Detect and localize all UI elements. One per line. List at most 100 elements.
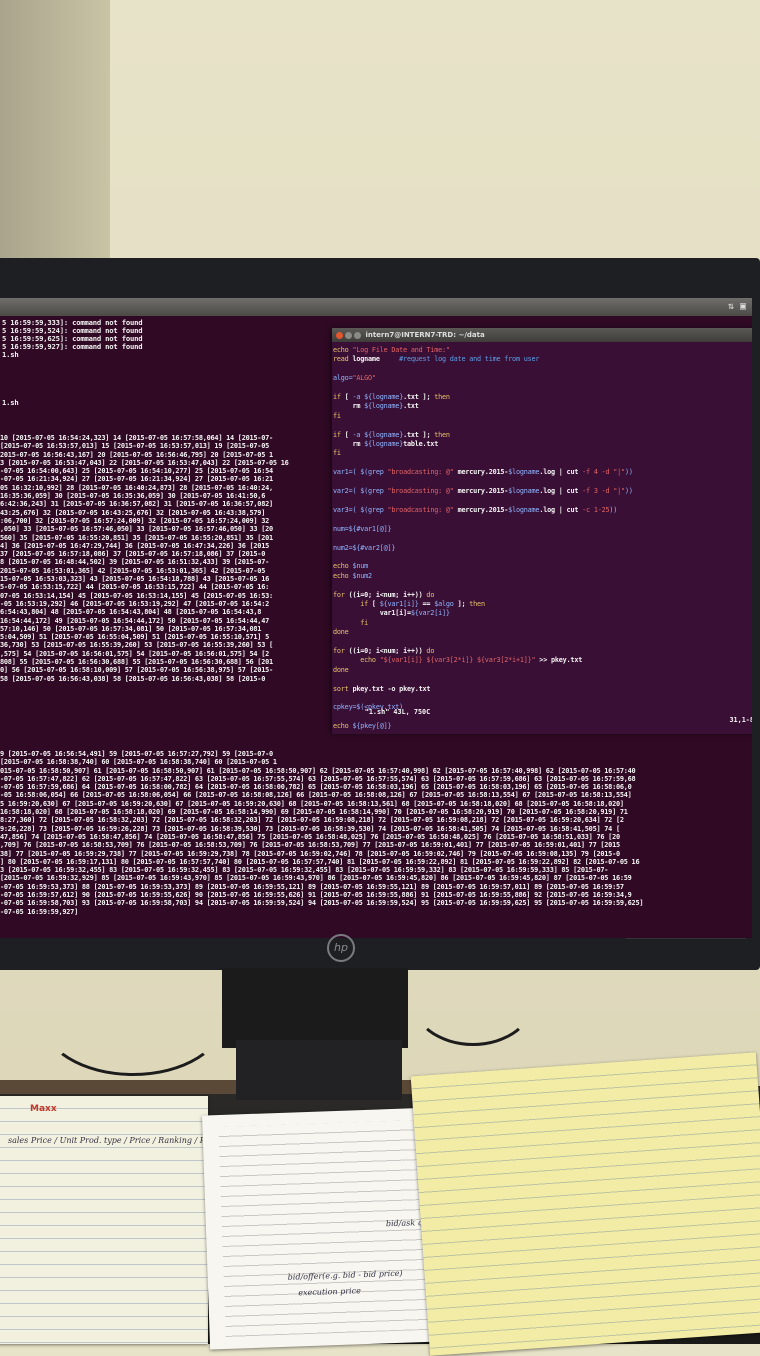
code-token: mercury.2015- [453, 505, 509, 514]
log-line: -07-05 16:59:58,703] 93 [2015-07-05 16:5… [0, 899, 644, 908]
code-token: ${logname} [364, 440, 404, 449]
legal-pad [410, 1052, 760, 1356]
code-token: echo [333, 656, 380, 665]
vim-window[interactable]: intern7@INTERN7-TRD: ~/data echo "Log Fi… [332, 328, 752, 734]
code-editor[interactable]: echo "Log File Date and Time:" read logna… [332, 342, 752, 732]
code-token: )) [624, 487, 633, 496]
code-token: logname [352, 355, 380, 364]
code-line: done [333, 628, 752, 637]
code-line: num2=${#var2[@]} [333, 544, 752, 553]
code-line: echo "Log File Date and Time:" [333, 346, 752, 355]
code-token: then [434, 430, 450, 439]
code-token: sort [333, 684, 353, 693]
code-token: num2=${#var2[@]} [333, 543, 396, 552]
code-token: $logname [508, 487, 540, 496]
code-token: "broadcasting: @" [387, 468, 454, 477]
cable [40, 960, 226, 1076]
code-token: mercury.2015- [453, 487, 509, 496]
log-line: 8:27,360] 72 [2015-07-05 16:58:32,203] 7… [0, 816, 624, 825]
code-line: for ((i=0; i<num; i++)) do [333, 591, 752, 600]
code-token: var2=( $(grep [333, 487, 388, 496]
log-line: ] 80 [2015-07-05 16:59:17,131] 80 [2015-… [0, 857, 640, 866]
system-tray-icon[interactable]: ⇅ ▣ [728, 301, 746, 312]
code-line: sort pkey.txt -o pkey.txt [333, 685, 752, 694]
code-token: then [434, 393, 450, 402]
vim-status-line: "1.sh" 43L, 750C 31,1-8 [332, 700, 752, 732]
code-token: $num [352, 562, 369, 571]
code-token: -c 1-25 [582, 505, 610, 514]
log-line: -05 16:58:06,054] 66 [2015-07-05 16:58:0… [0, 791, 632, 800]
code-token: ${logname} [364, 402, 404, 411]
log-line: -07-05 16:57:47,822] 62 [2015-07-05 16:5… [0, 774, 636, 783]
code-token: mercury.2015- [453, 468, 509, 477]
code-token: var3=( $(grep [333, 505, 388, 514]
log-line: 16:58:18,020] 68 [2015-07-05 16:58:18,02… [0, 808, 628, 817]
top-panel: ⇅ ▣ [0, 298, 752, 316]
code-token: .txt ]; [403, 393, 435, 402]
code-token: ${var2[i]} [410, 609, 450, 618]
code-token: fi [333, 449, 341, 458]
code-token: >> pkey.txt [535, 656, 583, 665]
monitor-stand [222, 968, 408, 1048]
log-line: -07-05 16:57:59,686] 64 [2015-07-05 16:5… [0, 783, 632, 792]
prompt-line: 1.sh [2, 398, 19, 407]
code-token: ((i=0; i<num; i++)) [348, 590, 427, 599]
code-token: $logname [508, 468, 540, 477]
log-line: 015-07-05 16:58:50,907] 61 [2015-07-05 1… [0, 766, 636, 775]
code-line: for ((i=0; i<num; i++)) do [333, 647, 752, 656]
cable [410, 950, 536, 1046]
code-line: if [ -a ${logname}.txt ]; then [333, 431, 752, 440]
handwritten-note: sales Price / Unit Prod. type / Price / … [8, 1136, 232, 1145]
code-line: if [ -a ${logname}.txt ]; then [333, 393, 752, 402]
minimize-icon[interactable] [345, 331, 352, 339]
code-token: .txt [403, 402, 419, 411]
code-line: echo $num [333, 562, 752, 571]
code-line: echo $num2 [333, 572, 752, 581]
code-token: for [333, 647, 349, 655]
code-token: -a ${logname} [352, 393, 404, 402]
code-token: -f 4 -d "|" [582, 468, 625, 477]
notepad-left: sales Price / Unit Prod. type / Price / … [0, 1096, 232, 1344]
code-line: read logname #request log date and time … [333, 355, 752, 364]
code-token: "Log File Date and Time:" [352, 346, 450, 354]
close-icon[interactable] [336, 331, 343, 339]
code-line: done [333, 666, 752, 675]
code-token: -f 3 -d "|" [582, 487, 625, 496]
log-output-bottom: 9 [2015-07-05 16:56:54,491] 59 [2015-07-… [0, 750, 752, 916]
log-line: -07-05 16:59:57,612] 90 [2015-07-05 16:5… [0, 891, 632, 900]
log-line: ,709] 76 [2015-07-05 16:58:53,709] 76 [2… [0, 841, 620, 850]
code-line: if [ ${var1[i]} == $algo ]; then [333, 600, 752, 609]
code-line: echo "${var1[i]} ${var3[2*i]} ${var3[2*i… [333, 656, 752, 665]
log-line: [2015-07-05 16:58:38,740] 60 [2015-07-05… [0, 758, 277, 767]
notepad-stamp: Maxx [30, 1104, 57, 1114]
code-token: do [426, 647, 435, 655]
code-token: var1=( $(grep [333, 468, 388, 477]
code-token: echo [333, 562, 353, 571]
code-line: fi [333, 412, 752, 421]
code-token: .txt ]; [403, 430, 435, 439]
log-line: -07-05 16:59:59,927] [0, 907, 78, 916]
code-token: $logname [508, 505, 540, 514]
code-token: ((i=0; i<num; i++)) [348, 647, 427, 655]
monitor: ⇅ ▣ 5 16:59:59,333]: command not found 5… [0, 258, 760, 970]
log-line: 9 [2015-07-05 16:56:54,491] 59 [2015-07-… [0, 750, 273, 758]
hp-logo-icon: hp [327, 934, 355, 962]
vim-titlebar[interactable]: intern7@INTERN7-TRD: ~/data [332, 328, 752, 342]
code-token: .log | cut [539, 468, 583, 477]
log-line: 5 16:59:20,630] 67 [2015-07-05 16:59:20,… [0, 799, 624, 808]
code-token: algo= [333, 374, 353, 383]
code-token: "broadcasting: @" [387, 505, 454, 514]
code-token: ]; [453, 599, 470, 608]
code-token: then [469, 599, 485, 608]
monitor-buttons[interactable] [626, 938, 746, 949]
maximize-icon[interactable] [354, 331, 361, 339]
monitor-stand-base [236, 1040, 402, 1100]
screen: ⇅ ▣ 5 16:59:59,333]: command not found 5… [0, 298, 752, 938]
error-line: 5 16:59:59,927]: command not found [2, 342, 143, 351]
status-file: "1.sh" 43L, 750C [364, 708, 431, 716]
code-token: -a ${logname} [352, 430, 404, 439]
